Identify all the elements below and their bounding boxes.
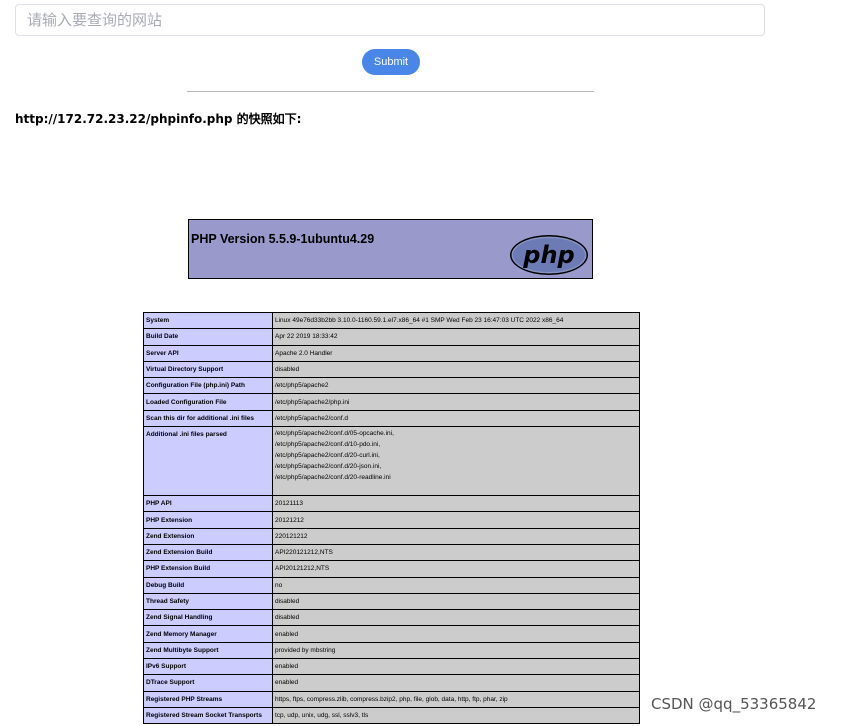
ini-file-line: /etc/php5/apache2/conf.d/20-curl.ini, (275, 452, 380, 460)
table-row: System Linux 49e76d33b2bb 3.10.0-1160.59.… (143, 311, 640, 330)
row-key: Zend Multibyte Support (143, 641, 273, 660)
row-value: no (272, 576, 640, 594)
row-key: Scan this dir for additional .ini files (143, 409, 273, 428)
row-value: API20121212,NTS (272, 560, 640, 578)
row-key: PHP API (143, 495, 273, 513)
row-key: Server API (143, 344, 273, 362)
row-key: Registered PHP Streams (143, 690, 273, 708)
divider (187, 91, 594, 92)
row-value: enabled (272, 658, 640, 676)
table-row: Virtual Directory Support disabled (143, 360, 640, 379)
ini-file-line: /etc/php5/apache2/conf.d/10-pdo.ini, (275, 441, 381, 449)
row-value: enabled (272, 625, 640, 643)
row-value: /etc/php5/apache2/conf.d (272, 409, 640, 428)
php-version-title: PHP Version 5.5.9-1ubuntu4.29 (191, 232, 375, 246)
table-row: Registered Stream Socket Transports tcp, … (143, 706, 640, 725)
row-key: Loaded Configuration File (143, 393, 273, 411)
table-row: PHP API 20121113 (143, 495, 640, 513)
row-key: Virtual Directory Support (143, 360, 273, 379)
row-key: Debug Build (143, 576, 273, 594)
submit-button[interactable]: Submit (362, 49, 420, 75)
table-row: DTrace Support enabled (143, 674, 640, 692)
row-key: Configuration File (php.ini) Path (143, 377, 273, 395)
row-value: tcp, udp, unix, udg, ssl, sslv3, tls (272, 706, 640, 725)
row-value: API220121212,NTS (272, 543, 640, 562)
snapshot-label: http://172.72.23.22/phpinfo.php 的快照如下: (15, 112, 302, 126)
table-row: Zend Extension Build API220121212,NTS (143, 543, 640, 562)
row-value: disabled (272, 592, 640, 611)
row-key: Registered Stream Socket Transports (143, 706, 273, 725)
ini-file-line: /etc/php5/apache2/conf.d/05-opcache.ini, (275, 430, 394, 438)
table-row: PHP Extension 20121212 (143, 511, 640, 529)
table-row: Zend Memory Manager enabled (143, 625, 640, 643)
row-key: Additional .ini files parsed (143, 426, 273, 497)
row-value: /etc/php5/apache2/conf.d/05-opcache.ini,… (272, 426, 640, 497)
phpinfo-table: System Linux 49e76d33b2bb 3.10.0-1160.59.… (143, 311, 640, 725)
table-row: Server API Apache 2.0 Handler (143, 344, 640, 362)
row-value: Apache 2.0 Handler (272, 344, 640, 362)
row-key: PHP Extension (143, 511, 273, 529)
row-value: provided by mbstring (272, 641, 640, 660)
row-value: 20121212 (272, 511, 640, 529)
table-row: Zend Signal Handling disabled (143, 609, 640, 627)
row-value: disabled (272, 360, 640, 379)
table-row: Debug Build no (143, 576, 640, 594)
table-row: Scan this dir for additional .ini files /… (143, 409, 640, 428)
row-value: Apr 22 2019 18:33:42 (272, 328, 640, 346)
row-value: 220121212 (272, 527, 640, 545)
table-row: IPv6 Support enabled (143, 658, 640, 676)
table-row: Zend Extension 220121212 (143, 527, 640, 545)
table-row: Registered PHP Streams https, ftps, compr… (143, 690, 640, 708)
row-key: DTrace Support (143, 674, 273, 692)
table-row: PHP Extension Build API20121212,NTS (143, 560, 640, 578)
table-row: Thread Safety disabled (143, 592, 640, 611)
row-key: Zend Memory Manager (143, 625, 273, 643)
table-row: Build Date Apr 22 2019 18:33:42 (143, 328, 640, 346)
row-key: IPv6 Support (143, 658, 273, 676)
php-logo-icon: php (510, 235, 588, 275)
row-key: Zend Extension (143, 527, 273, 545)
row-key: System (143, 311, 273, 330)
row-key: PHP Extension Build (143, 560, 273, 578)
row-value: https, ftps, compress.zlib, compress.bzi… (272, 690, 640, 708)
row-key: Zend Extension Build (143, 543, 273, 562)
row-key: Build Date (143, 328, 273, 346)
table-row: Additional .ini files parsed/etc/php5/ap… (143, 426, 640, 497)
ini-file-line: /etc/php5/apache2/conf.d/20-readline.ini (275, 474, 391, 482)
row-key: Zend Signal Handling (143, 609, 273, 627)
url-input[interactable] (15, 4, 765, 36)
row-value: disabled (272, 609, 640, 627)
row-value: enabled (272, 674, 640, 692)
watermark: CSDN @qq_53365842 (651, 695, 817, 713)
row-value: /etc/php5/apache2/php.ini (272, 393, 640, 411)
table-row: Loaded Configuration File/etc/php5/apach… (143, 393, 640, 411)
ini-file-line: /etc/php5/apache2/conf.d/20-json.ini, (275, 463, 382, 471)
row-key: Thread Safety (143, 592, 273, 611)
table-row: Configuration File (php.ini) Path/etc/ph… (143, 377, 640, 395)
row-value: 20121113 (272, 495, 640, 513)
row-value: Linux 49e76d33b2bb 3.10.0-1160.59.1.el7.… (272, 311, 640, 330)
table-row: Zend Multibyte Support provided by mbstri… (143, 641, 640, 660)
php-logo-text: php (522, 241, 574, 269)
php-version-header: PHP Version 5.5.9-1ubuntu4.29 php (188, 219, 593, 279)
row-value: /etc/php5/apache2 (272, 377, 640, 395)
